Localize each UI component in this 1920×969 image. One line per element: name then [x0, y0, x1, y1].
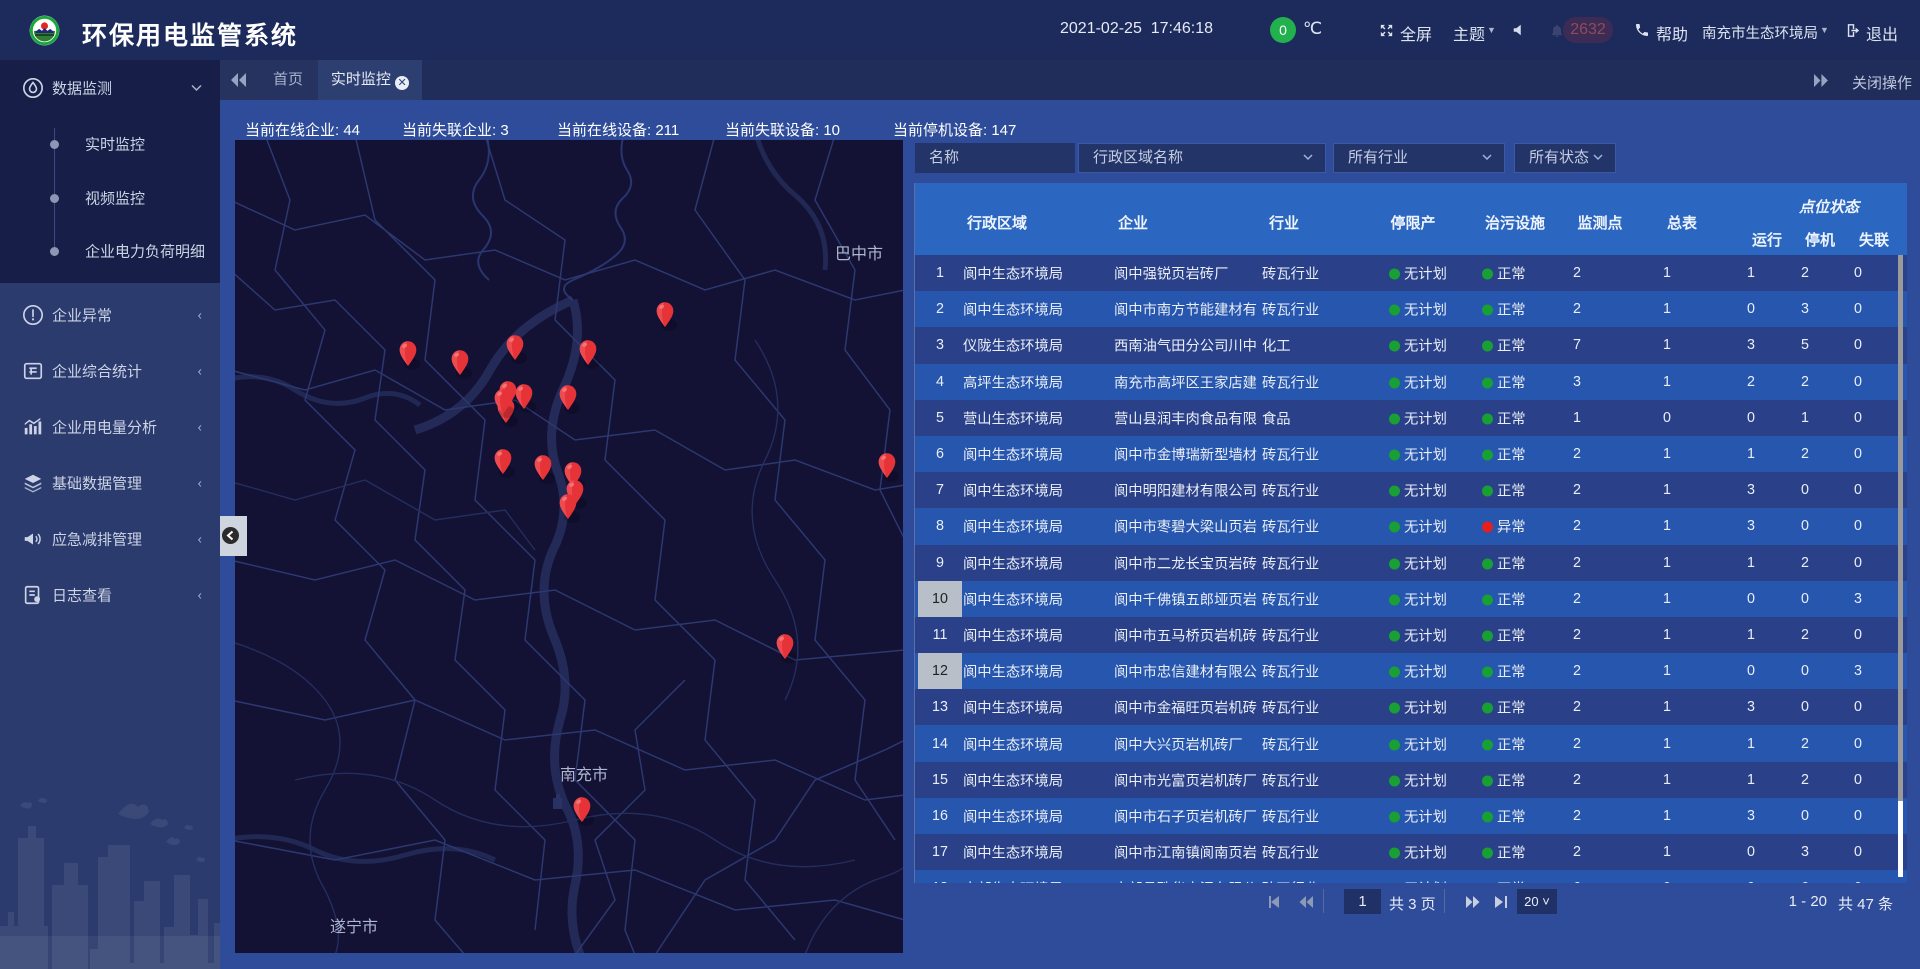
svg-text:遂宁市: 遂宁市: [330, 918, 378, 936]
svg-text:南充市: 南充市: [560, 766, 608, 784]
svg-text:巴中市: 巴中市: [835, 245, 883, 263]
